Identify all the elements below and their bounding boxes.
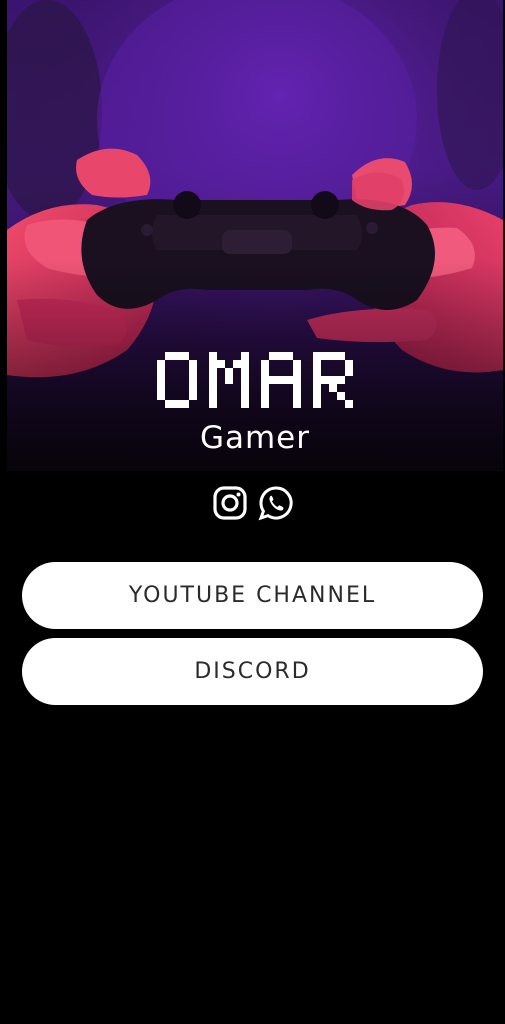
- instagram-icon[interactable]: [212, 485, 248, 521]
- youtube-channel-label: YOUTUBE CHANNEL: [128, 583, 377, 608]
- profile-tagline: Gamer: [199, 420, 311, 456]
- social-icons: [0, 485, 505, 521]
- discord-button[interactable]: DISCORD: [22, 638, 483, 705]
- youtube-channel-button[interactable]: YOUTUBE CHANNEL: [22, 562, 483, 629]
- whatsapp-icon[interactable]: [258, 485, 294, 521]
- profile-name: OMAR: [7, 352, 503, 408]
- discord-label: DISCORD: [194, 659, 311, 684]
- hero-banner: OMAR Gamer: [7, 0, 503, 471]
